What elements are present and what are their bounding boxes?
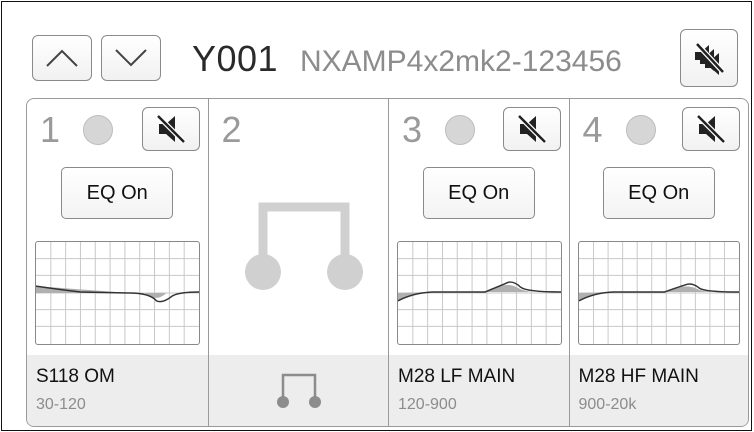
eq-toggle-button[interactable]: EQ On — [61, 167, 174, 219]
channel-strip-group: 1 EQ On S118 OM 30-120 2 3 EQ On M28 LF … — [26, 98, 749, 427]
channel-4[interactable]: 4 EQ On M28 HF MAIN 900-20k — [569, 99, 748, 426]
mute-all-icon — [695, 42, 725, 75]
speaker-muted-icon — [155, 114, 186, 144]
eq-curve-graph[interactable] — [397, 241, 562, 345]
preset-footer[interactable]: M28 LF MAIN 120-900 — [389, 355, 569, 426]
signal-led — [445, 115, 475, 145]
channel-3[interactable]: 3 EQ On M28 LF MAIN 120-900 — [389, 99, 570, 426]
channel-number: 3 — [402, 109, 423, 150]
preset-name: M28 HF MAIN — [578, 366, 699, 387]
chevron-up-icon — [46, 49, 78, 67]
eq-toggle-button[interactable]: EQ On — [422, 167, 535, 219]
signal-led — [625, 115, 656, 145]
previous-device-button[interactable] — [32, 35, 92, 81]
device-header: Y001 NXAMP4x2mk2-123456 — [2, 2, 751, 98]
channel-mute-button[interactable] — [682, 107, 740, 151]
signal-led — [83, 115, 113, 145]
speaker-muted-icon — [516, 114, 547, 144]
device-id: Y001 — [192, 38, 279, 79]
channel-number: 2 — [221, 109, 242, 150]
channel-mute-button[interactable] — [502, 107, 561, 151]
preset-footer[interactable]: S118 OM 30-120 — [27, 355, 208, 426]
channel-2[interactable]: 2 — [208, 99, 389, 426]
eq-curve-graph[interactable] — [35, 241, 200, 345]
bridge-link-icon — [244, 202, 363, 290]
speaker-muted-icon — [696, 114, 726, 144]
device-model: NXAMP4x2mk2-123456 — [300, 45, 622, 78]
next-device-button[interactable] — [101, 35, 161, 81]
preset-range: 30-120 — [36, 396, 86, 413]
preset-name: S118 OM — [36, 366, 115, 387]
channel-number: 1 — [40, 109, 61, 150]
channel-1[interactable]: 1 EQ On S118 OM 30-120 — [27, 99, 209, 426]
mute-all-button[interactable] — [680, 29, 738, 87]
eq-curve-graph[interactable] — [577, 241, 740, 345]
amp-panel: Y001 NXAMP4x2mk2-123456 1 EQ On S118 OM … — [1, 1, 752, 431]
bridge-link-small-icon — [276, 373, 321, 408]
preset-range: 120-900 — [398, 396, 457, 413]
channel-mute-button[interactable] — [141, 107, 200, 151]
preset-footer — [208, 355, 388, 426]
chevron-down-icon — [115, 49, 147, 67]
preset-name: M28 LF MAIN — [398, 366, 516, 387]
channel-number: 4 — [582, 109, 603, 150]
preset-footer[interactable]: M28 HF MAIN 900-20k — [569, 355, 748, 426]
eq-toggle-button[interactable]: EQ On — [602, 167, 715, 219]
preset-range: 900-20k — [578, 396, 637, 413]
